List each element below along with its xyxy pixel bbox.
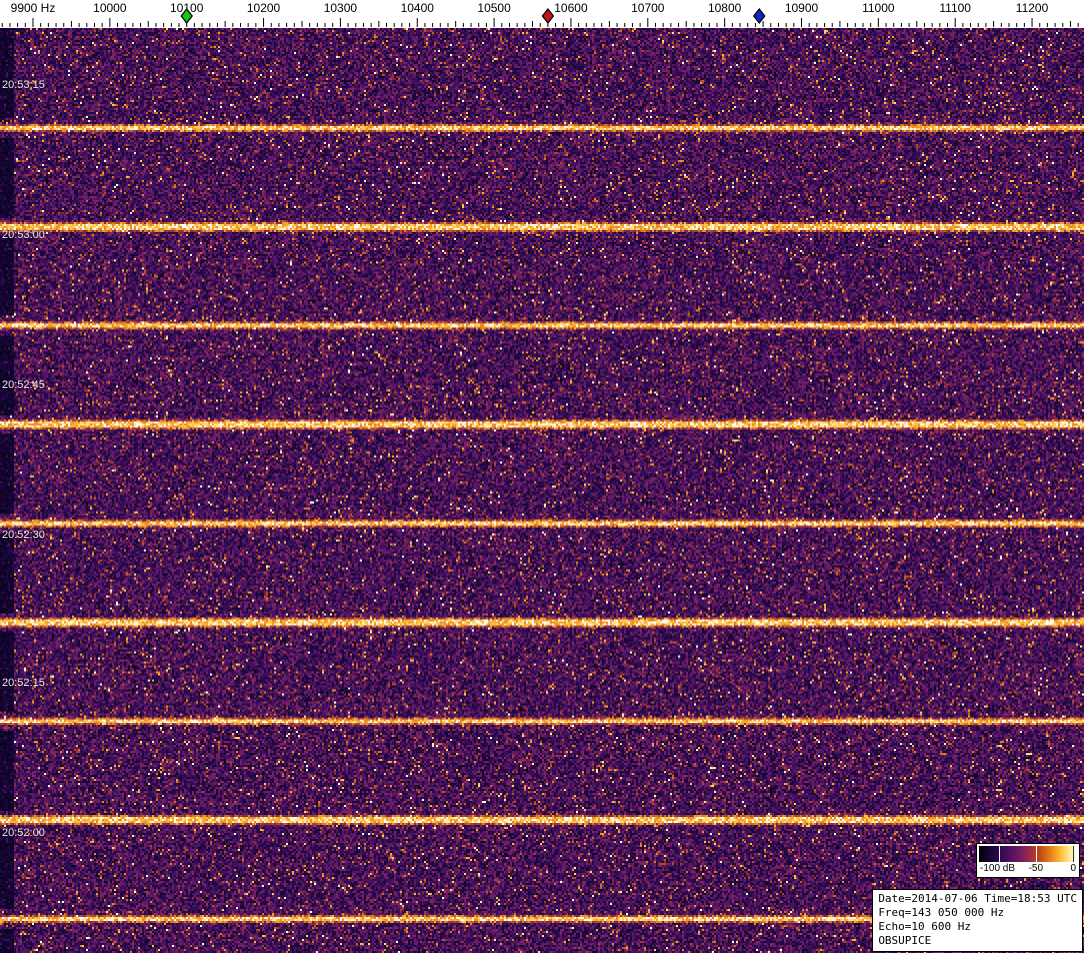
info-line-echo: Echo=10 600 Hz bbox=[878, 920, 1077, 934]
colorbar: -100 dB -50 0 bbox=[976, 843, 1080, 878]
frequency-scale[interactable]: 9900 Hz100001010010200103001040010500106… bbox=[0, 0, 1084, 28]
scale-tick-label: 11000 bbox=[862, 1, 895, 15]
info-line-freq: Freq=143 050 000 Hz bbox=[878, 906, 1077, 920]
info-line-station: OBSUPICE bbox=[878, 934, 1077, 948]
scale-tick-label: 10200 bbox=[247, 1, 281, 15]
blue-marker-diamond[interactable] bbox=[754, 9, 765, 23]
spectrogram-canvas[interactable] bbox=[0, 28, 1084, 953]
info-line-date: Date=2014-07-06 Time=18:53 UTC bbox=[878, 892, 1077, 906]
info-box: Date=2014-07-06 Time=18:53 UTC Freq=143 … bbox=[872, 889, 1083, 952]
scale-tick-label: 11200 bbox=[1016, 1, 1049, 15]
scale-tick-label: 10900 bbox=[785, 1, 819, 15]
scale-tick-label: 10700 bbox=[631, 1, 665, 15]
scale-tick-label: 10600 bbox=[554, 1, 588, 15]
spectrogram-waterfall-window: 9900 Hz100001010010200103001040010500106… bbox=[0, 0, 1084, 953]
waterfall-area[interactable]: 20:53:1520:53:0020:52:4520:52:3020:52:15… bbox=[0, 28, 1084, 953]
colorbar-label-max: 0 bbox=[1070, 863, 1076, 875]
red-marker-diamond[interactable] bbox=[542, 9, 553, 23]
colorbar-tick-100 bbox=[999, 846, 1000, 862]
colorbar-label-mid: -50 bbox=[1029, 863, 1043, 875]
scale-tick-label: 9900 Hz bbox=[11, 1, 56, 15]
scale-tick-label: 10400 bbox=[401, 1, 435, 15]
colorbar-tick-50 bbox=[1036, 846, 1037, 862]
scale-tick-label: 10300 bbox=[324, 1, 358, 15]
colorbar-tick-0 bbox=[1073, 846, 1074, 862]
scale-tick-label: 10000 bbox=[93, 1, 127, 15]
scale-tick-label: 11100 bbox=[939, 1, 971, 15]
colorbar-gradient bbox=[979, 846, 1077, 862]
colorbar-label-min: -100 dB bbox=[980, 863, 1015, 875]
colorbar-labels: -100 dB -50 0 bbox=[979, 863, 1077, 875]
scale-tick-label: 10500 bbox=[477, 1, 511, 15]
scale-tick-label: 10800 bbox=[708, 1, 742, 15]
